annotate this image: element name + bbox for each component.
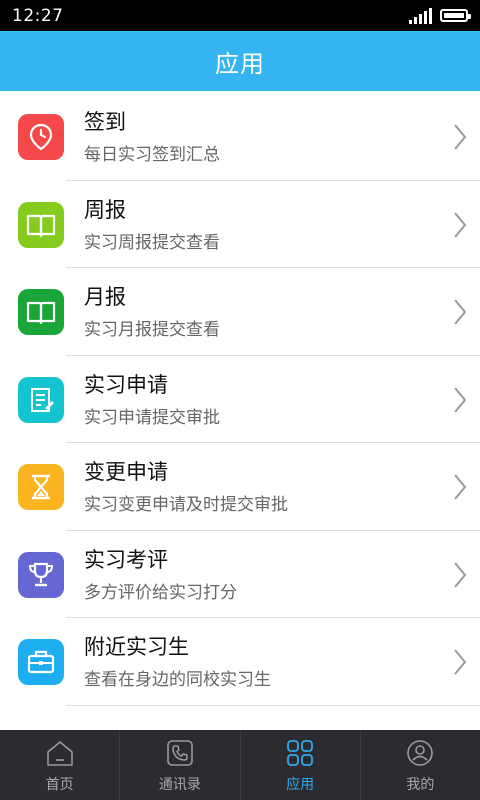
list-item-subtitle: 查看在身边的同校实习生: [84, 670, 271, 690]
tab-label: 应用: [286, 777, 315, 793]
chevron-right-icon: [454, 474, 467, 500]
chevron-right-icon: [454, 649, 467, 675]
list-item-internship-evaluation[interactable]: 实习考评 多方评价给实习打分: [0, 531, 480, 618]
list-item-internship-application[interactable]: 实习申请 实习申请提交审批: [0, 356, 480, 443]
list-item-subtitle: 每日实习签到汇总: [84, 145, 220, 165]
chevron-right-icon: [454, 124, 467, 150]
briefcase-icon: [18, 639, 64, 685]
status-bar: 12:27: [0, 0, 480, 31]
phone-icon: [167, 740, 193, 766]
list-item-subtitle: 实习申请提交审批: [84, 407, 220, 428]
chevron-right-icon: [454, 386, 467, 413]
trophy-icon: [18, 551, 64, 598]
chevron-right-icon: [454, 299, 467, 325]
list-item-subtitle: 实习周报提交查看: [84, 232, 220, 253]
tab-label: 首页: [45, 777, 74, 793]
tab-profile[interactable]: 我的: [359, 730, 480, 800]
status-indicators: [409, 7, 471, 24]
list-item-subtitle: 多方评价给实习打分: [84, 582, 237, 603]
list-item-sign-in[interactable]: 签到 每日实习签到汇总: [0, 93, 480, 181]
list-item-title: 附近实习生: [84, 635, 189, 659]
list-item-weekly-report[interactable]: 周报 实习周报提交查看: [0, 181, 480, 268]
battery-icon: [440, 9, 471, 22]
tab-label: 我的: [406, 777, 435, 793]
list-item-change-application[interactable]: 变更申请 实习变更申请及时提交审批: [0, 443, 480, 531]
tab-label: 通讯录: [158, 777, 201, 793]
location-clock-icon: [18, 114, 64, 160]
tab-contacts[interactable]: 通讯录: [119, 730, 239, 800]
list-item-subtitle: 实习月报提交查看: [84, 320, 220, 340]
tab-home[interactable]: 首页: [0, 730, 119, 800]
app-list: 签到 每日实习签到汇总 周报 实习周报提交查看 月报 实习月报提交查看 实习申请…: [0, 93, 480, 706]
home-icon: [46, 741, 73, 766]
bottom-tab-bar: 首页 通讯录 应用 我的: [0, 730, 480, 800]
list-item-title: 签到: [84, 110, 126, 134]
status-time: 12:27: [12, 5, 64, 26]
book-icon: [18, 201, 64, 248]
list-item-subtitle: 实习变更申请及时提交审批: [84, 495, 288, 515]
apps-icon: [287, 740, 314, 766]
signal-icon: [409, 7, 432, 24]
divider: [66, 704, 480, 706]
user-icon: [407, 740, 434, 766]
list-item-title: 实习申请: [84, 372, 168, 397]
list-item-title: 实习考评: [84, 547, 168, 572]
list-item-title: 变更申请: [84, 460, 168, 484]
list-item-title: 周报: [84, 197, 126, 222]
chevron-right-icon: [454, 211, 467, 238]
app-header: 应用: [0, 31, 480, 91]
tab-apps[interactable]: 应用: [239, 730, 360, 800]
page-title: 应用: [215, 49, 265, 78]
list-item-monthly-report[interactable]: 月报 实习月报提交查看: [0, 268, 480, 356]
document-edit-icon: [18, 376, 64, 423]
chevron-right-icon: [454, 561, 467, 588]
list-item-nearby-interns[interactable]: 附近实习生 查看在身边的同校实习生: [0, 618, 480, 706]
book-icon: [18, 289, 64, 335]
list-item-title: 月报: [84, 285, 126, 309]
hourglass-icon: [18, 464, 64, 510]
